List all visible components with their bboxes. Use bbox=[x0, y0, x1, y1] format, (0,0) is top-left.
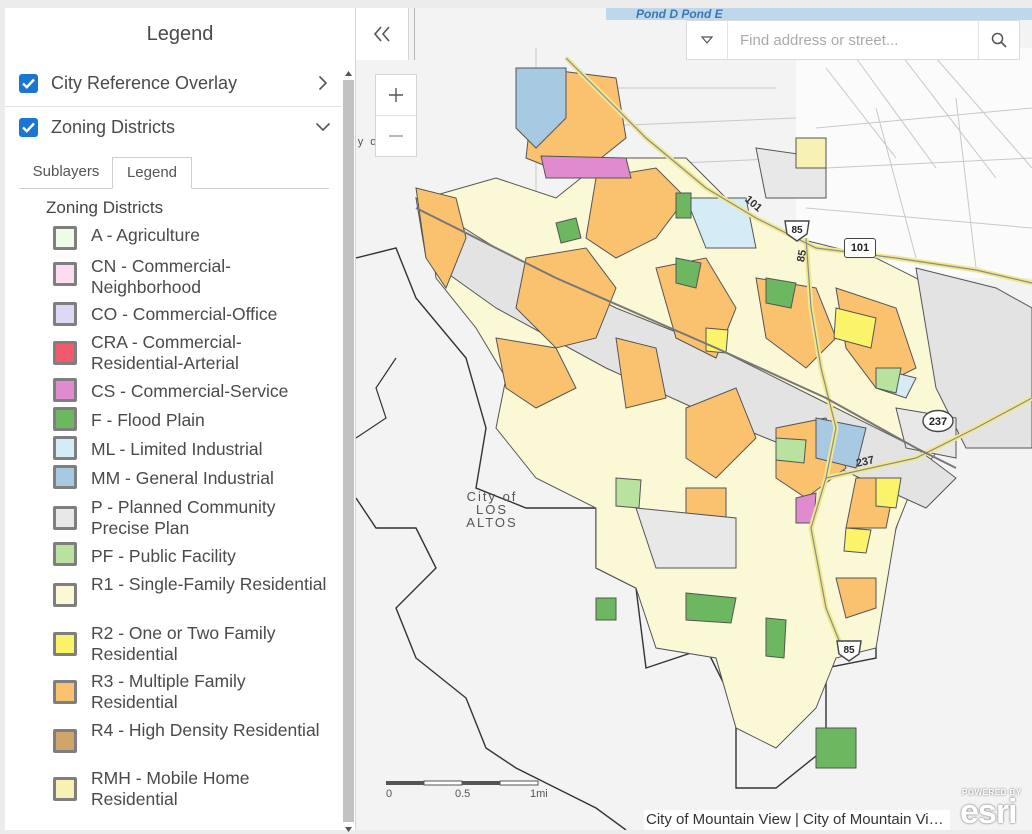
legend-swatch bbox=[53, 680, 77, 704]
legend-swatch bbox=[53, 632, 77, 656]
layer-row-zoning-districts[interactable]: Zoning Districts bbox=[5, 103, 341, 151]
caret-down-icon bbox=[701, 36, 713, 44]
scale-label: 0 bbox=[386, 788, 393, 800]
route-shield-85-south: 85 bbox=[836, 638, 862, 667]
map-view[interactable]: Pond D Pond E City of LOS ALTOS y o ALT … bbox=[356, 8, 1032, 830]
scale-bar-graphic bbox=[386, 780, 539, 786]
legend-swatch bbox=[53, 777, 77, 801]
scale-label: 0.5 bbox=[455, 788, 471, 800]
route-shield-237: 237 bbox=[922, 409, 954, 438]
tab-legend[interactable]: Legend bbox=[112, 157, 192, 189]
layer-row-city-reference-overlay[interactable]: City Reference Overlay bbox=[5, 60, 341, 107]
tab-bar: Sublayers Legend bbox=[19, 157, 329, 189]
city-label-los-altos: City of LOS ALTOS bbox=[466, 489, 518, 530]
zoom-in-button[interactable] bbox=[376, 75, 416, 116]
svg-text:237: 237 bbox=[929, 416, 947, 428]
minus-icon bbox=[389, 135, 403, 137]
legend-label: R1 - Single-Family Residential bbox=[91, 574, 327, 594]
scroll-down-arrow-icon[interactable] bbox=[343, 824, 354, 834]
search-input[interactable] bbox=[728, 22, 978, 58]
route-label: 101 bbox=[844, 238, 876, 258]
svg-text:85: 85 bbox=[843, 645, 855, 656]
legend-label: R4 - High Density Residential bbox=[91, 720, 320, 740]
double-chevron-left-icon bbox=[373, 26, 390, 42]
legend-label: PF - Public Facility bbox=[91, 546, 236, 566]
legend-swatch bbox=[53, 729, 77, 753]
layer-label: City Reference Overlay bbox=[51, 72, 238, 93]
route-shield-85: 85 bbox=[784, 218, 810, 247]
legend-label: R2 - One or Two Family Residential bbox=[91, 623, 276, 664]
legend-label: CN - Commercial-Neighborhood bbox=[91, 256, 231, 297]
legend-swatch bbox=[53, 226, 77, 250]
legend-label: CO - Commercial-Office bbox=[91, 304, 278, 324]
panel-title: Legend bbox=[146, 23, 214, 45]
chevron-right-icon[interactable] bbox=[313, 75, 333, 91]
legend-swatch bbox=[53, 262, 77, 286]
scale-label: 1mi bbox=[530, 788, 548, 800]
legend-swatch bbox=[53, 302, 77, 326]
legend-heading: Zoning Districts bbox=[46, 198, 164, 217]
search-source-dropdown[interactable] bbox=[687, 21, 728, 59]
map-attribution[interactable]: City of Mountain View | City of Mountain… bbox=[644, 810, 950, 830]
legend-label: F - Flood Plain bbox=[91, 410, 205, 430]
scale-bar: 0 0.5 1mi bbox=[386, 780, 548, 806]
collapse-panel-button[interactable] bbox=[356, 8, 409, 60]
legend-swatch bbox=[53, 465, 77, 489]
checkbox-city-reference-overlay[interactable] bbox=[19, 73, 38, 93]
tab-sublayers[interactable]: Sublayers bbox=[19, 157, 113, 187]
legend-label: CS - Commercial-Service bbox=[91, 381, 289, 401]
legend-swatch bbox=[53, 378, 77, 402]
divider bbox=[414, 8, 415, 60]
esri-wordmark: esri bbox=[960, 793, 1017, 831]
plus-icon bbox=[389, 88, 403, 102]
scroll-up-arrow-icon[interactable] bbox=[343, 68, 354, 78]
zoom-control bbox=[375, 74, 417, 157]
legend-swatch bbox=[53, 506, 77, 530]
esri-logo[interactable]: POWERED BY esri bbox=[956, 785, 1032, 831]
legend-label: R3 - Multiple Family Residential bbox=[91, 671, 246, 712]
legend-label: MM - General Industrial bbox=[91, 468, 274, 488]
zoom-out-button[interactable] bbox=[376, 116, 416, 156]
legend-swatch bbox=[53, 407, 77, 431]
legend-label: RMH - Mobile Home Residential bbox=[91, 768, 250, 809]
search-button[interactable] bbox=[978, 21, 1019, 59]
legend-label: A - Agriculture bbox=[91, 225, 200, 245]
legend-swatch bbox=[53, 341, 77, 365]
svg-text:85: 85 bbox=[791, 225, 803, 236]
layer-label: Zoning Districts bbox=[51, 116, 176, 137]
legend-swatch bbox=[53, 436, 77, 460]
legend-swatch bbox=[53, 542, 77, 566]
legend-label: P - Planned Community Precise Plan bbox=[91, 497, 276, 538]
route-label: 85 bbox=[795, 248, 810, 264]
legend-panel: Legend City Reference Overlay Zoning Dis… bbox=[5, 8, 356, 832]
legend-label: CRA - Commercial-Residential-Arterial bbox=[91, 332, 242, 373]
search-widget bbox=[686, 20, 1020, 60]
legend-label: ML - Limited Industrial bbox=[91, 439, 263, 459]
checkbox-zoning-districts[interactable] bbox=[19, 117, 38, 137]
search-icon bbox=[991, 32, 1007, 48]
panel-scrollbar[interactable] bbox=[343, 68, 355, 832]
legend-swatch bbox=[53, 583, 77, 607]
chevron-down-icon[interactable] bbox=[313, 122, 333, 132]
scrollbar-thumb[interactable] bbox=[343, 80, 354, 822]
